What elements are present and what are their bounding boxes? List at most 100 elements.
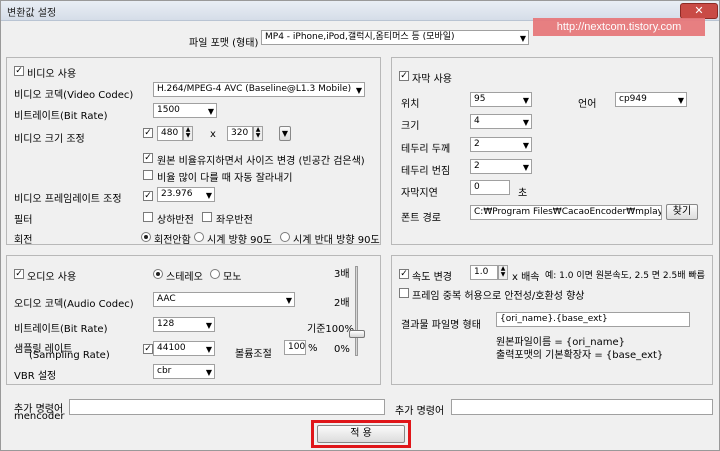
subtitle-position-label: 위치 [401,99,420,110]
chevron-down-icon[interactable]: ▼ [206,366,212,378]
video-panel: ✓ 비디오 사용 비디오 코덱(Video Codec) H.264/MPEG-… [6,57,381,246]
mono-radio[interactable] [210,269,220,279]
stereo-radio[interactable] [153,269,163,279]
subtitle-lang-select[interactable]: cp949 ▼ [615,92,687,107]
volume-scale-3x: 3배 [334,269,350,280]
vbr-label: VBR 설정 [14,371,57,382]
chevron-down-icon[interactable]: ▼ [523,116,529,128]
speed-unit: x 배속 [512,272,540,283]
video-height-input[interactable]: 320 [227,126,253,141]
subtitle-use-label: 자막 사용 [412,74,452,85]
chevron-down-icon[interactable]: ▼ [208,105,214,117]
border-width-label: 테두리 두께 [401,144,451,155]
volume-input[interactable]: 100 [284,340,306,355]
border-blur-select[interactable]: 2 ▼ [470,159,532,174]
speed-use-label: 속도 변경 [412,272,452,283]
width-spinner[interactable]: ▲ ▼ [183,126,193,141]
framerate-checkbox[interactable]: ✓ [143,191,153,201]
audio-panel: ✓ 오디오 사용 스테레오 모노 오디오 코덱(Audio Codec) AAC… [6,255,381,385]
rotate-ccw-radio[interactable] [280,232,290,242]
flip-vertical-checkbox[interactable] [143,212,153,222]
border-width-select[interactable]: 2 ▼ [470,137,532,152]
flip-horizontal-label: 좌우반전 [216,215,253,226]
auto-crop-checkbox[interactable] [143,170,153,180]
volume-scale-base: 기준100% [307,324,354,335]
speed-input[interactable]: 1.0 [470,265,498,280]
chevron-down-icon[interactable]: ▼ [678,94,684,106]
font-path-label: 폰트 경로 [401,213,441,224]
volume-label: 볼륨조절 [235,349,272,360]
audio-use-checkbox[interactable]: ✓ [14,269,24,279]
video-codec-label: 비디오 코덱(Video Codec) [14,90,134,101]
rotate-cw-radio[interactable] [194,232,204,242]
volume-slider-thumb[interactable] [349,329,365,338]
speed-use-checkbox[interactable]: ✓ [399,269,409,279]
vbr-select[interactable]: cbr ▼ [153,364,215,379]
video-codec-select[interactable]: H.264/MPEG-4 AVC (Baseline@L1.3 Mobile) ▼ [153,82,365,97]
subtitle-use-checkbox[interactable]: ✓ [399,71,409,81]
audio-codec-select[interactable]: AAC ▼ [153,292,295,307]
video-size-checkbox[interactable]: ✓ [143,128,153,138]
volume-scale-zero: 0% [334,344,350,355]
video-use-label: 비디오 사용 [27,69,77,80]
window-title: 변환값 설정 [7,8,57,19]
sampling-label-en: (Sampling Rate) [29,350,110,361]
audio-use-label: 오디오 사용 [27,272,77,283]
close-button[interactable]: ✕ [680,3,718,19]
chevron-down-icon[interactable]: ▼ [206,319,212,331]
output-name-input[interactable]: {ori_name}.{base_ext} [496,312,690,327]
subtitle-size-select[interactable]: 4 ▼ [470,114,532,129]
subtitle-panel: ✓ 자막 사용 위치 95 ▼ 언어 cp949 ▼ 크기 4 ▼ 테두리 두께 2 ▼… [391,57,713,245]
subtitle-delay-label: 자막지연 [401,188,438,199]
browse-button[interactable]: 찾기 [666,204,698,220]
extra-cmd-left-sublabel: mencoder [14,411,65,422]
size-x-label: x [210,129,216,140]
video-bitrate-label: 비트레이트(Bit Rate) [14,111,108,122]
subtitle-size-label: 크기 [401,121,420,132]
extra-cmd-right-input[interactable] [451,399,713,415]
rotate-none-label: 회전안함 [154,235,191,246]
keep-ratio-checkbox[interactable]: ✓ [143,153,153,163]
rotate-none-radio[interactable] [141,232,151,242]
chevron-down-icon[interactable]: ▼ [206,343,212,355]
sampling-select[interactable]: 44100 ▼ [153,341,215,356]
output-name-label: 결과물 파일명 형태 [401,320,481,331]
volume-unit: % [308,343,318,354]
speed-spinner[interactable]: ▲ ▼ [498,265,508,280]
subtitle-delay-unit: 초 [518,188,528,199]
framerate-select[interactable]: 23.976 ▼ [157,187,215,202]
font-path-input[interactable]: C:₩Program Files₩CacaoEncoder₩mplaye [470,205,662,220]
chevron-down-icon[interactable]: ▼ [523,161,529,173]
size-preset-button[interactable]: ▼ [279,126,291,141]
rotate-label: 회전 [14,235,33,246]
keep-ratio-label: 원본 비율유지하면서 사이즈 변경 (빈공간 검은색) [157,156,365,167]
video-width-input[interactable]: 480 [157,126,183,141]
frame-dup-checkbox[interactable] [399,288,409,298]
chevron-down-icon[interactable]: ▼ [356,84,362,96]
flip-vertical-label: 상하반전 [157,215,194,226]
framerate-label: 비디오 프레임레이트 조정 [14,194,122,205]
subtitle-position-select[interactable]: 95 ▼ [470,92,532,107]
chevron-down-icon[interactable]: ▼ [286,294,292,306]
chevron-down-icon[interactable]: ▼ [206,189,212,201]
mencoder-extra-input[interactable] [69,399,385,415]
format-select[interactable]: MP4 - iPhone,iPod,갤럭시,옴티머스 등 (모바일) ▼ [261,30,529,45]
chevron-down-icon[interactable]: ▼ [523,94,529,106]
extra-cmd-right-label: 추가 명령어 [395,406,445,417]
height-spinner[interactable]: ▲ ▼ [253,126,263,141]
mono-label: 모노 [223,272,242,283]
apply-button[interactable]: 적 용 [317,425,405,443]
rotate-cw-label: 시계 방향 90도 [207,235,273,246]
video-use-checkbox[interactable]: ✓ [14,66,24,76]
chevron-down-icon[interactable]: ▼ [523,139,529,151]
base-ext-note: 출력포맷의 기본확장자 = {base_ext} [496,350,664,361]
chevron-down-icon[interactable]: ▼ [520,32,526,44]
sampling-checkbox[interactable]: ✓ [143,344,153,354]
flip-horizontal-checkbox[interactable] [202,212,212,222]
video-bitrate-select[interactable]: 1500 ▼ [153,103,217,118]
format-label: 파일 포맷 (형태) [189,38,259,49]
audio-bitrate-select[interactable]: 128 ▼ [153,317,215,332]
frame-dup-label: 프레임 중복 허용으로 안전성/호환성 향상 [412,291,585,302]
subtitle-delay-input[interactable]: 0 [470,180,510,195]
volume-slider-track[interactable] [355,266,358,356]
